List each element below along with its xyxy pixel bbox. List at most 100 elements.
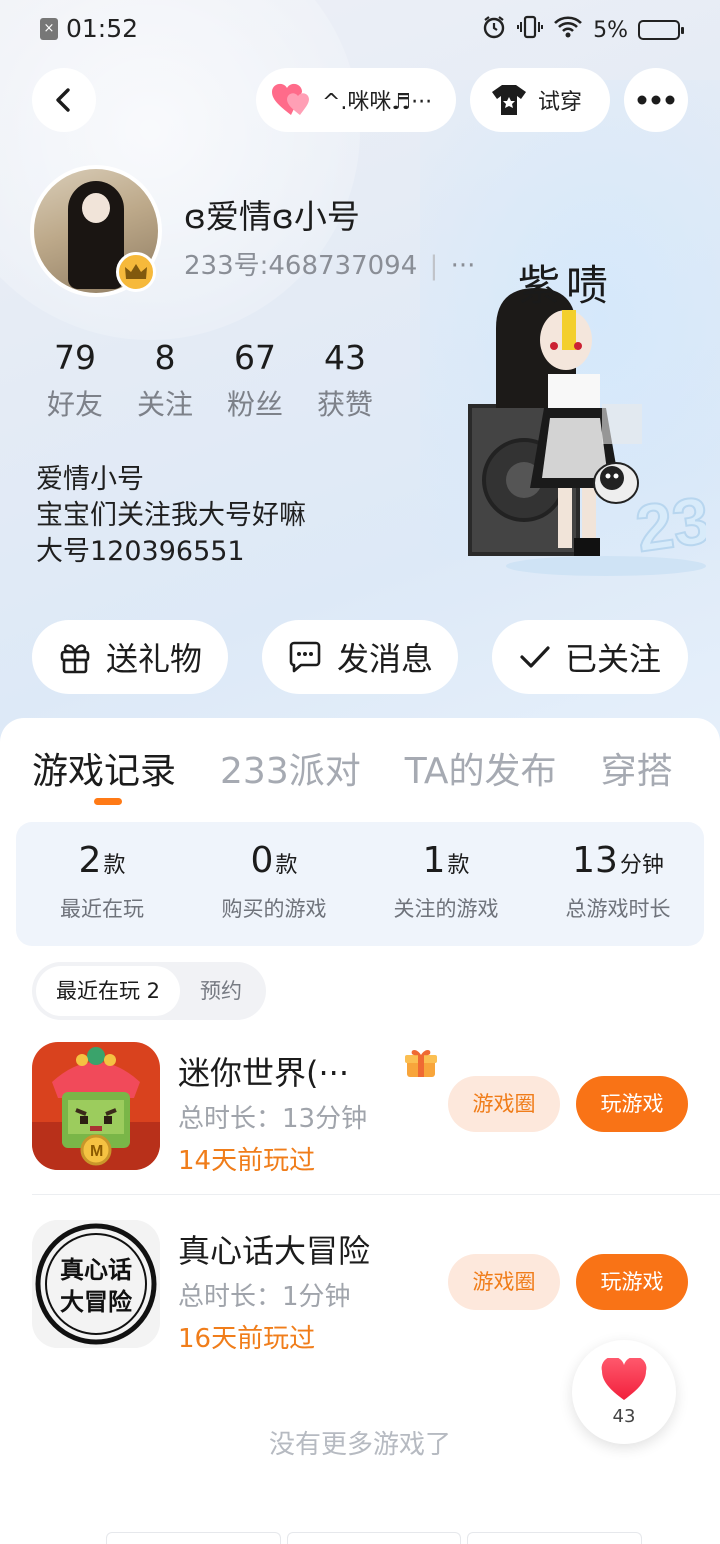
- followed-button[interactable]: 已关注: [492, 620, 688, 694]
- message-icon: [289, 641, 321, 673]
- music-label: ^.咪咪♬···: [322, 90, 433, 115]
- bio-line: 大号120396551: [36, 536, 245, 567]
- tryon-button[interactable]: 试穿: [470, 68, 610, 132]
- summary-unit: 款: [275, 853, 298, 878]
- send-message-button[interactable]: 发消息: [262, 620, 458, 694]
- send-message-label: 发消息: [336, 640, 433, 678]
- stat-value: 67: [234, 338, 276, 377]
- stat-following[interactable]: 8 关注: [120, 338, 210, 423]
- music-button[interactable]: ^.咪咪♬···: [256, 68, 456, 132]
- game-duration: 总时长：13分钟: [178, 1104, 368, 1134]
- followed-label: 已关注: [564, 640, 661, 678]
- game-icon-truth-dare[interactable]: 真心话 大冒险: [32, 1220, 160, 1348]
- game-last-played: 14天前玩过: [178, 1146, 316, 1176]
- bio-line: 爱情小号: [36, 464, 144, 495]
- alarm-icon: [481, 14, 507, 46]
- play-game-button[interactable]: 玩游戏: [576, 1076, 688, 1132]
- summary-unit: 款: [447, 853, 470, 878]
- user-id[interactable]: 233号:468737094 | ···: [184, 245, 475, 282]
- stat-label: 获赞: [316, 388, 373, 421]
- game-summary: 2款 最近在玩 0款 购买的游戏 1款 关注的游戏 13分钟 总游戏时长: [16, 822, 704, 946]
- stat-likes[interactable]: 43 获赞: [300, 338, 390, 423]
- stat-friends[interactable]: 79 好友: [30, 338, 120, 423]
- gift-icon: [60, 644, 90, 674]
- tab-outfits[interactable]: 穿搭: [601, 742, 673, 794]
- character-nameplate: 紫啧: [518, 261, 615, 310]
- status-time: 01:52: [66, 14, 139, 43]
- summary-purchased: 0款 购买的游戏: [188, 822, 360, 946]
- like-button[interactable]: 43: [572, 1340, 676, 1444]
- stat-label: 粉丝: [226, 388, 283, 421]
- segment-recent[interactable]: 最近在玩 2: [36, 966, 181, 1016]
- summary-total-time: 13分钟 总游戏时长: [532, 822, 704, 946]
- battery-percent: 5%: [593, 17, 628, 43]
- summary-caption: 总游戏时长: [565, 897, 671, 921]
- stat-label: 好友: [46, 388, 103, 421]
- send-gift-button[interactable]: 送礼物: [32, 620, 228, 694]
- avatar-character[interactable]: 233 紫啧: [466, 248, 720, 578]
- bottom-tab-edges: [106, 1532, 643, 1544]
- active-tab-indicator: [94, 798, 122, 805]
- truth-dare-text-bottom: 大冒险: [60, 1287, 133, 1316]
- stat-value: 43: [324, 338, 366, 377]
- tab-233-party[interactable]: 233派对: [220, 742, 361, 794]
- crown-icon: [116, 252, 156, 292]
- nickname: ɞ爱情ɞ小号: [184, 197, 360, 236]
- summary-value: 2: [78, 840, 102, 881]
- heart-icon: [601, 1358, 647, 1400]
- stats-row: 79 好友 8 关注 67 粉丝 43 获赞: [30, 338, 390, 423]
- summary-unit: 分钟: [619, 853, 664, 878]
- summary-caption: 最近在玩: [60, 897, 144, 921]
- summary-followed: 1款 关注的游戏: [360, 822, 532, 946]
- summary-recent: 2款 最近在玩: [16, 822, 188, 946]
- more-button[interactable]: [624, 68, 688, 132]
- list-divider: [32, 1194, 720, 1195]
- wifi-icon: [553, 15, 583, 45]
- bio-line: 宝宝们关注我大号好嘛: [36, 500, 306, 531]
- badge-233: 233: [631, 477, 706, 566]
- battery-icon: [638, 20, 684, 40]
- heart-icon: [271, 83, 309, 115]
- game-icon-mini-world[interactable]: M: [32, 1042, 160, 1170]
- game-filter-segment: 最近在玩 2 预约: [32, 962, 267, 1020]
- tshirt-icon: [492, 85, 526, 115]
- game-circle-button[interactable]: 游戏圈: [448, 1254, 560, 1310]
- summary-caption: 购买的游戏: [221, 897, 327, 921]
- summary-unit: 款: [103, 853, 126, 878]
- like-count: 43: [612, 1406, 636, 1427]
- check-icon: [520, 646, 550, 668]
- mini-world-coin-letter: M: [90, 1143, 103, 1160]
- more-dots-icon: [637, 95, 675, 105]
- status-bar: × 01:52 5%: [0, 0, 720, 58]
- game-circle-button[interactable]: 游戏圈: [448, 1076, 560, 1132]
- stat-fans[interactable]: 67 粉丝: [210, 338, 300, 423]
- summary-caption: 关注的游戏: [393, 897, 499, 921]
- summary-value: 13: [572, 840, 618, 881]
- summary-value: 0: [250, 840, 274, 881]
- game-title: 迷你世界(···: [178, 1054, 350, 1092]
- user-id-text: 233号:468737094: [184, 251, 418, 281]
- segment-reserve[interactable]: 预约: [180, 966, 262, 1016]
- game-row[interactable]: 真心话 大冒险 真心话大冒险 总时长：1分钟 16天前玩过 游戏圈 玩游戏: [32, 1220, 720, 1354]
- play-game-button[interactable]: 玩游戏: [576, 1254, 688, 1310]
- sim-icon: ×: [40, 18, 58, 40]
- summary-value: 1: [422, 840, 446, 881]
- stat-value: 79: [54, 338, 96, 377]
- stat-label: 关注: [136, 388, 193, 421]
- stat-value: 8: [154, 338, 176, 377]
- tab-ta-posts[interactable]: TA的发布: [405, 742, 557, 794]
- send-gift-label: 送礼物: [105, 640, 202, 678]
- truth-dare-text-top: 真心话: [60, 1255, 132, 1284]
- tab-game-records[interactable]: 游戏记录: [32, 742, 176, 794]
- game-duration: 总时长：1分钟: [178, 1282, 351, 1312]
- profile-tabs: 游戏记录 233派对 TA的发布 穿搭: [32, 742, 673, 794]
- back-button[interactable]: [32, 68, 96, 132]
- gift-badge-icon: [405, 1050, 437, 1077]
- game-title: 真心话大冒险: [178, 1232, 371, 1270]
- chevron-left-icon: [56, 88, 70, 112]
- vibrate-icon: [517, 14, 544, 46]
- bio: 爱情小号 宝宝们关注我大号好嘛 大号120396551: [36, 462, 306, 570]
- game-row[interactable]: M 迷你世界(··· 总时长：13分钟 14天前玩过 游戏圈 玩游戏: [32, 1042, 720, 1176]
- game-last-played: 16天前玩过: [178, 1324, 316, 1354]
- tryon-label: 试穿: [538, 90, 583, 115]
